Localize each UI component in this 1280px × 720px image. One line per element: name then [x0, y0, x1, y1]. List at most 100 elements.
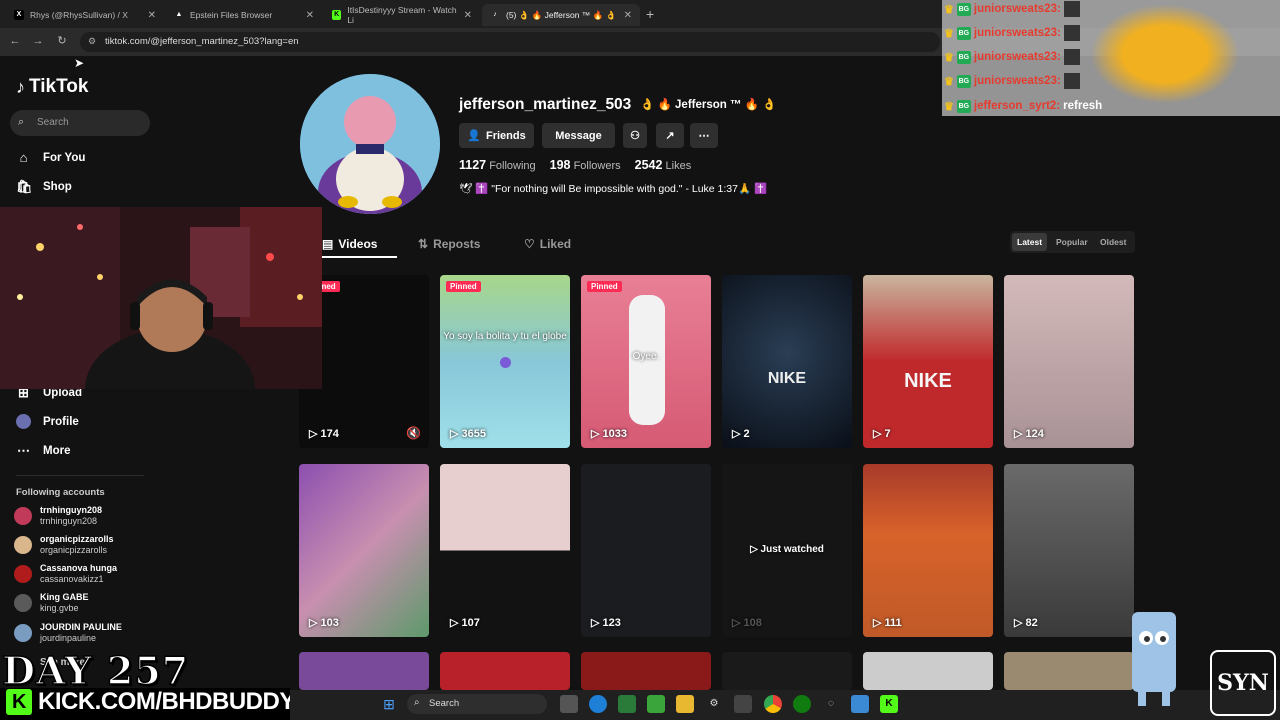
video-card[interactable]: ▷ 123 [581, 464, 711, 637]
video-card[interactable] [863, 652, 993, 690]
view-count: ▷ 108 [732, 617, 762, 629]
message-button[interactable]: Message [542, 123, 615, 148]
mascot-graphic [1132, 612, 1176, 706]
nav-profile[interactable]: Profile [16, 414, 79, 429]
view-count: ▷ 111 [873, 617, 902, 629]
tab-label: Reposts [433, 237, 481, 251]
tiktok-icon: ♪ [16, 76, 25, 97]
tab-tiktok[interactable]: ♪ (5) 👌 🔥 Jefferson ™ 🔥 👌 ✕ [482, 4, 640, 26]
following-account[interactable]: JOURDIN PAULINE jourdinpauline [14, 622, 122, 644]
video-card[interactable] [581, 652, 711, 690]
close-icon[interactable]: ✕ [464, 10, 472, 21]
tab-reposts[interactable]: ⇅ Reposts [418, 237, 480, 251]
shopping-bag-icon: 🛍 [16, 179, 33, 194]
mute-icon[interactable]: 🔇 [406, 426, 421, 440]
following-account[interactable]: organicpizzarolls organicpizzarolls [14, 534, 114, 556]
chat-username: jefferson_syrt2: [973, 100, 1061, 112]
close-icon[interactable]: ✕ [148, 10, 156, 21]
sort-oldest[interactable]: Oldest [1095, 233, 1131, 251]
button-label: Message [555, 129, 602, 142]
site-info-icon[interactable]: ⚙ [88, 36, 96, 47]
forward-icon[interactable]: → [31, 34, 45, 48]
video-card[interactable]: NIKE ▷ 7 [863, 275, 993, 448]
taskbar-search[interactable]: Search [407, 694, 547, 714]
task-view-icon[interactable] [560, 695, 578, 713]
chat-username: juniorsweats23: [973, 27, 1061, 39]
xbox-icon[interactable] [793, 695, 811, 713]
video-card[interactable]: Pinned Yo soy la bolita y tu el globe ▷ … [440, 275, 570, 448]
file-explorer-icon[interactable] [676, 695, 694, 713]
video-card[interactable]: ▷ Just watched ▷ 108 [722, 464, 852, 637]
account-handle: trnhinguyn208 [40, 516, 98, 526]
app-icon[interactable] [734, 695, 752, 713]
webcam-overlay [0, 207, 322, 389]
app-icon[interactable]: ◌ [822, 695, 840, 713]
emote-icon [1063, 25, 1080, 41]
close-icon[interactable]: ✕ [306, 10, 314, 21]
following-stat[interactable]: 1127 Following [459, 158, 536, 172]
video-card[interactable]: ▷ 111 [863, 464, 993, 637]
tab-title: Rhys (@RhysSullivan) / X [30, 10, 128, 20]
more-options-button[interactable]: ⋯ [690, 123, 718, 148]
account-name: organicpizzarolls [40, 534, 114, 544]
app-icon[interactable] [851, 695, 869, 713]
nav-more[interactable]: ⋯ More [16, 443, 70, 459]
search-input[interactable]: Search [10, 110, 150, 136]
profile-avatar [300, 74, 440, 214]
view-count-value: 1033 [602, 428, 627, 440]
sort-popular[interactable]: Popular [1051, 233, 1093, 251]
tab-epstein[interactable]: ▲ Epstein Files Browser ✕ [166, 4, 322, 26]
video-card[interactable]: ▷ 124 [1004, 275, 1134, 448]
video-card[interactable]: ▷ 103 [299, 464, 429, 637]
profile-icon [16, 414, 31, 429]
tab-kick[interactable]: K ItIsDestinyyy Stream - Watch Li ✕ [324, 4, 480, 26]
tab-liked[interactable]: ♡ Liked [524, 237, 571, 251]
ball-graphic [500, 357, 511, 368]
view-count-value: 82 [1025, 617, 1038, 629]
friends-button[interactable]: 👤 Friends [459, 123, 534, 148]
add-user-icon: ⚇ [630, 130, 640, 142]
account-handle: cassanovakizz1 [40, 574, 104, 584]
followers-stat[interactable]: 198 Followers [550, 158, 621, 172]
account-name: Cassanova hunga [40, 563, 118, 573]
edge-icon[interactable] [589, 695, 607, 713]
video-card[interactable]: ▷ 82 [1004, 464, 1134, 637]
profile-bio: 🕊 ✝️ "For nothing will Be impossible wit… [459, 183, 768, 195]
video-card[interactable]: NIKE ▷ 2 [722, 275, 852, 448]
share-button[interactable]: ↗ [656, 123, 684, 148]
video-card[interactable] [440, 652, 570, 690]
sort-latest[interactable]: Latest [1012, 233, 1048, 251]
following-account[interactable]: Cassanova hunga cassanovakizz1 [14, 563, 117, 585]
following-account[interactable]: trnhinguyn208 trnhinguyn208 [14, 505, 102, 527]
avatar [14, 507, 32, 525]
nav-for-you[interactable]: ⌂ For You [16, 150, 86, 165]
close-icon[interactable]: ✕ [624, 10, 632, 21]
pinned-badge: Pinned [446, 281, 481, 292]
video-card[interactable]: ▷ 107 [440, 464, 570, 637]
video-card[interactable]: Pinned Oyee. ▷ 1033 [581, 275, 711, 448]
settings-icon[interactable]: ⚙ [705, 695, 723, 713]
chrome-icon[interactable] [764, 695, 782, 713]
following-account[interactable]: King GABE king.gvbe [14, 592, 89, 614]
tiktok-logo[interactable]: ♪ TikTok [16, 76, 88, 98]
video-card[interactable] [722, 652, 852, 690]
friends-icon: 👤 [467, 130, 481, 142]
app-icon[interactable] [647, 695, 665, 713]
url-field[interactable]: tiktok.com/@jefferson_martinez_503?lang=… [80, 32, 940, 52]
video-card[interactable] [299, 652, 429, 690]
windows-start-icon[interactable]: ⊞ [380, 695, 398, 713]
app-icon[interactable] [618, 695, 636, 713]
suggested-accounts-button[interactable]: ⚇ [623, 123, 647, 148]
account-name: JOURDIN PAULINE [40, 622, 122, 632]
tab-x[interactable]: X Rhys (@RhysSullivan) / X ✕ [6, 4, 164, 26]
share-icon: ↗ [665, 130, 675, 142]
back-icon[interactable]: ← [8, 34, 22, 48]
video-caption: Oyee. [632, 351, 660, 362]
nav-shop[interactable]: 🛍 Shop [16, 179, 72, 195]
new-tab-button[interactable]: + [646, 6, 654, 22]
tab-videos[interactable]: ▤ Videos [322, 237, 377, 251]
x-logo-icon: X [14, 10, 24, 20]
video-card[interactable] [1004, 652, 1134, 690]
kick-logo-icon[interactable]: K [880, 695, 898, 713]
reload-icon[interactable]: ↻ [55, 34, 69, 48]
